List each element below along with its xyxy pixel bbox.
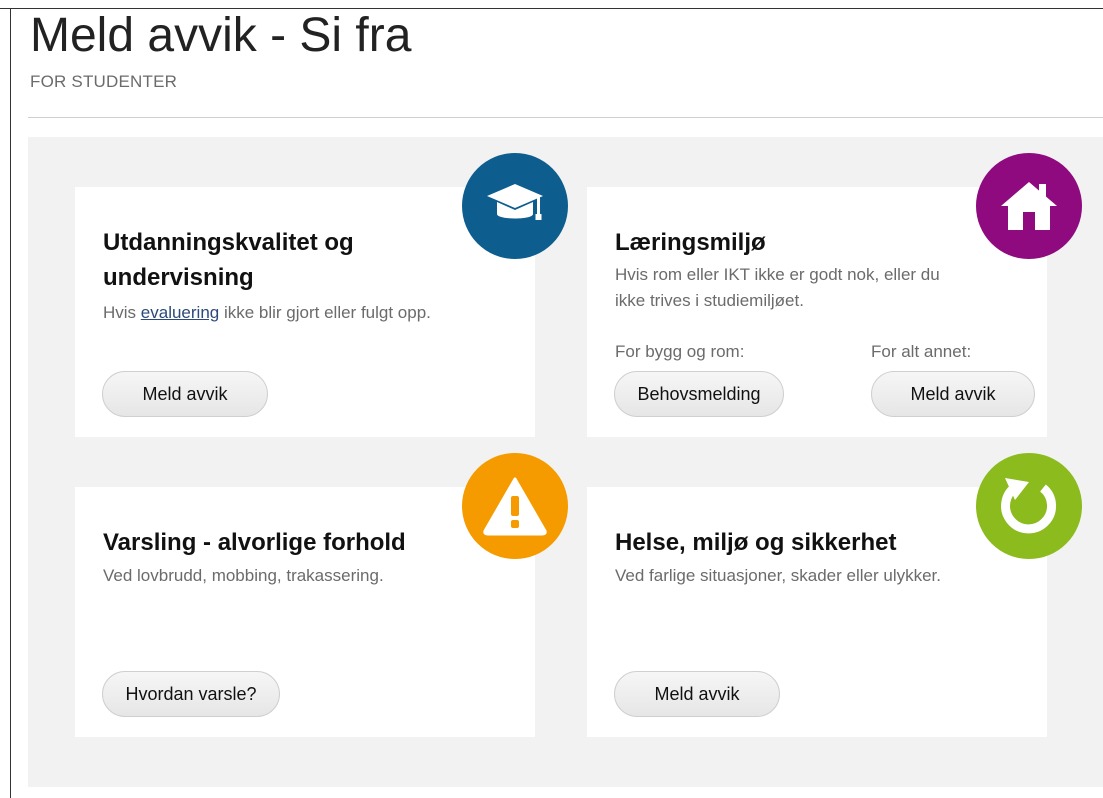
page-title: Meld avvik - Si fra	[30, 9, 412, 62]
report-deviation-button[interactable]: Meld avvik	[614, 671, 780, 717]
cards-panel: Utdanningskvalitet og undervisning Hvis …	[28, 137, 1103, 787]
evaluation-link[interactable]: evaluering	[141, 303, 219, 322]
divider	[28, 117, 1103, 118]
card-title: Helse, miljø og sikkerhet	[615, 529, 897, 556]
house-icon	[976, 153, 1082, 259]
card-title-line2: undervisning	[103, 264, 254, 291]
needs-report-button[interactable]: Behovsmelding	[614, 371, 784, 417]
card-description: Hvis evaluering ikke blir gjort eller fu…	[103, 300, 431, 326]
card-learning-environment: Læringsmiljø Hvis rom eller IKT ikke er …	[587, 187, 1047, 437]
window-border-left	[10, 8, 11, 798]
card-title-line1: Utdanningskvalitet og	[103, 229, 354, 256]
graduation-cap-icon	[462, 153, 568, 259]
card-title: Varsling - alvorlige forhold	[103, 529, 406, 556]
card-health-safety: Helse, miljø og sikkerhet Ved farlige si…	[587, 487, 1047, 737]
report-deviation-button[interactable]: Meld avvik	[871, 371, 1035, 417]
label-buildings-rooms: For bygg og rom:	[615, 342, 745, 361]
card-description: Hvis rom eller IKT ikke er godt nok, ell…	[615, 262, 940, 314]
desc-line2: ikke trives i studiemiljøet.	[615, 291, 804, 310]
desc-text: Hvis	[103, 303, 141, 322]
card-description: Ved farlige situasjoner, skader eller ul…	[615, 566, 942, 585]
desc-text: ikke blir gjort eller fulgt opp.	[219, 303, 431, 322]
card-title: Læringsmiljø	[615, 229, 766, 256]
refresh-icon	[976, 453, 1082, 559]
report-deviation-button[interactable]: Meld avvik	[102, 371, 268, 417]
label-everything-else: For alt annet:	[871, 342, 972, 361]
desc-line1: Hvis rom eller IKT ikke er godt nok, ell…	[615, 265, 940, 284]
card-description: Ved lovbrudd, mobbing, trakassering.	[103, 566, 384, 585]
page-subtitle: FOR STUDENTER	[30, 72, 178, 91]
warning-icon	[462, 453, 568, 559]
how-to-report-button[interactable]: Hvordan varsle?	[102, 671, 280, 717]
card-title: Utdanningskvalitet og undervisning	[103, 225, 354, 295]
